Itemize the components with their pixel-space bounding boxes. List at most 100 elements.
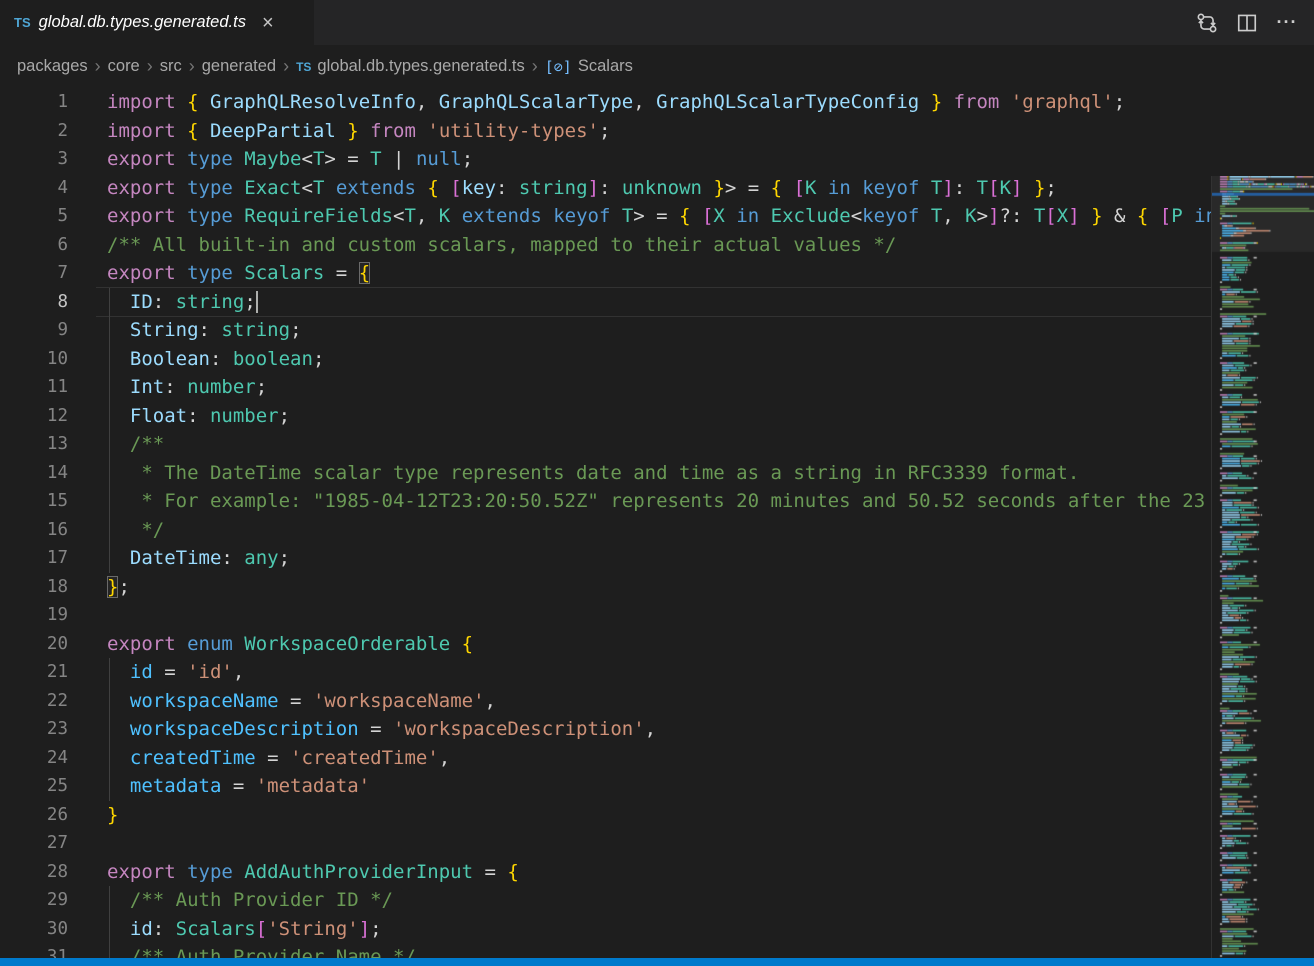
chevron-right-icon: › [147,56,153,77]
line-number: 14 [0,459,68,488]
line-number: 1 [0,88,68,117]
line-number: 29 [0,886,68,915]
code-text: metadata = 'metadata' [107,772,370,801]
breadcrumb: packages › core › src › generated › TS g… [0,45,1314,88]
code-text: Boolean: boolean; [107,345,324,374]
code-line[interactable]: 17 DateTime: any; [0,544,1211,573]
tab-global-db-types[interactable]: TS global.db.types.generated.ts × [0,0,314,45]
code-text: export enum WorkspaceOrderable { [107,630,473,659]
line-number: 31 [0,943,68,958]
code-line[interactable]: 1 import { GraphQLResolveInfo, GraphQLSca… [0,88,1211,117]
line-number: 23 [0,715,68,744]
code-line[interactable]: 15 * For example: "1985-04-12T23:20:50.5… [0,487,1211,516]
code-line[interactable]: 5 export type RequireFields<T, K extends … [0,202,1211,231]
chevron-right-icon: › [532,56,538,77]
code-text: export type RequireFields<T, K extends k… [107,202,1211,231]
code-line[interactable]: 12 Float: number; [0,402,1211,431]
code-text: /** All built-in and custom scalars, map… [107,231,896,260]
text-cursor [256,291,258,313]
code-line[interactable]: 25 metadata = 'metadata' [0,772,1211,801]
code-line[interactable]: 22 workspaceName = 'workspaceName', [0,687,1211,716]
code-text: Float: number; [107,402,290,431]
line-number: 26 [0,801,68,830]
breadcrumb-item-packages[interactable]: packages [17,57,88,76]
line-number: 20 [0,630,68,659]
line-number: 30 [0,915,68,944]
line-number: 13 [0,430,68,459]
code-line[interactable]: 13 /** [0,430,1211,459]
breadcrumb-item-generated[interactable]: generated [202,57,276,76]
line-number: 7 [0,259,68,288]
code-line[interactable]: 21 id = 'id', [0,658,1211,687]
code-line[interactable]: 6 /** All built-in and custom scalars, ma… [0,231,1211,260]
code-text: /** Auth Provider ID */ [107,886,393,915]
minimap[interactable] [1211,176,1314,958]
code-text: createdTime = 'createdTime', [107,744,450,773]
chevron-right-icon: › [189,56,195,77]
code-text: id: Scalars['String']; [107,915,382,944]
open-changes-icon[interactable] [1194,10,1220,36]
code-editor[interactable]: 1 import { GraphQLResolveInfo, GraphQLSca… [0,88,1314,958]
code-line[interactable]: 10 Boolean: boolean; [0,345,1211,374]
code-text: workspaceName = 'workspaceName', [107,687,496,716]
breadcrumb-item-symbol[interactable]: [⊘] Scalars [545,57,633,76]
symbol-type-icon: [⊘] [545,58,572,76]
code-line[interactable]: 2 import { DeepPartial } from 'utility-ty… [0,117,1211,146]
minimap-canvas [1212,176,1314,958]
line-number: 8 [0,288,68,317]
line-number: 6 [0,231,68,260]
line-number: 11 [0,373,68,402]
code-line[interactable]: 28export type AddAuthProviderInput = { [0,858,1211,887]
breadcrumb-item-core[interactable]: core [108,57,140,76]
code-line[interactable]: 11 Int: number; [0,373,1211,402]
line-number: 10 [0,345,68,374]
chevron-right-icon: › [283,56,289,77]
code-text: }; [107,573,130,602]
code-line[interactable]: 14 * The DateTime scalar type represents… [0,459,1211,488]
code-text: import { DeepPartial } from 'utility-typ… [107,117,610,146]
code-text: id = 'id', [107,658,244,687]
code-line[interactable]: 26} [0,801,1211,830]
code-line[interactable]: 3export type Maybe<T> = T | null; [0,145,1211,174]
tab-title: global.db.types.generated.ts [39,13,246,32]
code-line[interactable]: 24 createdTime = 'createdTime', [0,744,1211,773]
code-line[interactable]: 20 export enum WorkspaceOrderable { [0,630,1211,659]
code-line[interactable]: 4export type Exact<T extends { [key: str… [0,174,1211,203]
line-number: 3 [0,145,68,174]
code-text: import { GraphQLResolveInfo, GraphQLScal… [107,88,1125,117]
chevron-right-icon: › [95,56,101,77]
code-text: ID: string; [107,288,258,317]
line-number: 5 [0,202,68,231]
code-line[interactable]: 9 String: string; [0,316,1211,345]
code-text: workspaceDescription = 'workspaceDescrip… [107,715,656,744]
line-number: 15 [0,487,68,516]
code-line[interactable]: 31 /** Auth Provider Name */ [0,943,1211,958]
code-text: export type Scalars = { [107,259,370,288]
line-number: 17 [0,544,68,573]
line-number: 19 [0,601,68,630]
breadcrumb-item-src[interactable]: src [160,57,182,76]
code-line[interactable]: 16 */ [0,516,1211,545]
code-text: export type Exact<T extends { [key: stri… [107,174,1057,203]
line-number: 24 [0,744,68,773]
code-line[interactable]: 19 [0,601,1211,630]
split-editor-icon[interactable] [1234,10,1260,36]
code-line[interactable]: 7 export type Scalars = { [0,259,1211,288]
breadcrumb-file-name: global.db.types.generated.ts [317,57,524,76]
line-number: 2 [0,117,68,146]
code-text: /** [107,430,164,459]
code-line[interactable]: 30 id: Scalars['String']; [0,915,1211,944]
tab-close-icon[interactable]: × [260,13,276,33]
code-text: } [107,801,118,830]
more-actions-icon[interactable]: ··· [1274,10,1300,36]
breadcrumb-item-file[interactable]: TS global.db.types.generated.ts [296,57,525,76]
code-line[interactable]: 18}; [0,573,1211,602]
code-text: Int: number; [107,373,267,402]
line-number: 12 [0,402,68,431]
code-line[interactable]: 27 [0,829,1211,858]
line-number: 28 [0,858,68,887]
code-line[interactable]: 29 /** Auth Provider ID */ [0,886,1211,915]
code-line[interactable]: 23 workspaceDescription = 'workspaceDesc… [0,715,1211,744]
code-line[interactable]: 8 ID: string; [0,288,1211,317]
typescript-file-icon: TS [296,60,311,74]
